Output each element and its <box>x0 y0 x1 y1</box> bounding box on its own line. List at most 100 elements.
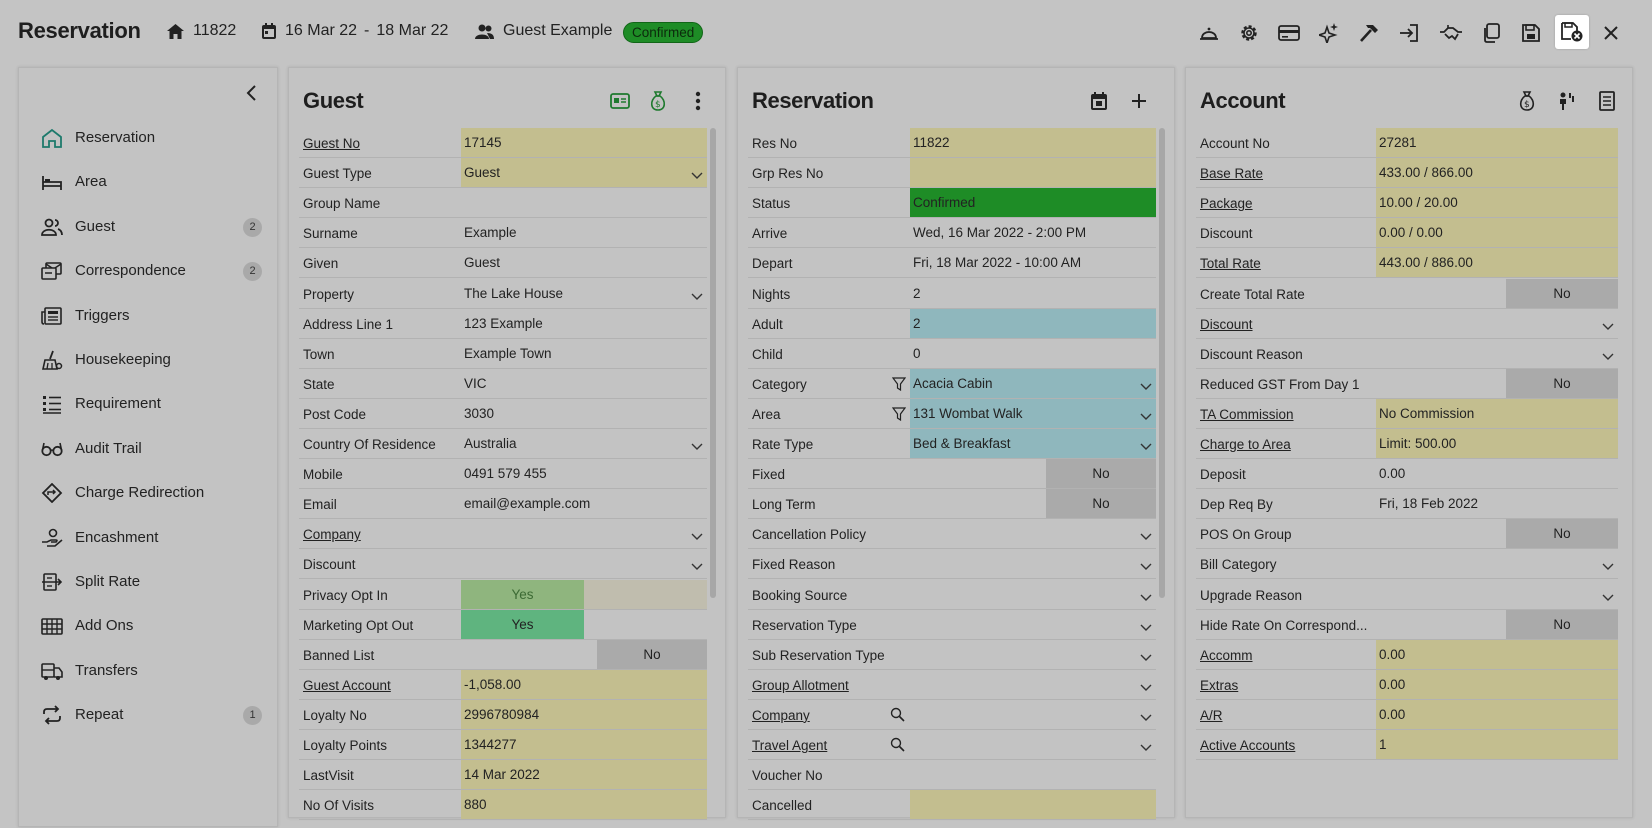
filter-icon[interactable] <box>891 377 907 391</box>
sidebar-item-split-rate[interactable]: Split Rate <box>19 562 277 602</box>
filter-icon[interactable] <box>891 407 907 422</box>
chevron-down-icon[interactable] <box>1140 620 1152 631</box>
chevron-down-icon[interactable] <box>691 289 703 300</box>
toggle-no[interactable]: No <box>1506 609 1618 639</box>
guest-scrollbar[interactable] <box>710 128 716 598</box>
more-vertical-icon[interactable] <box>687 90 709 112</box>
chevron-left-icon[interactable] <box>242 83 262 103</box>
select-value[interactable]: Acacia Cabin <box>910 368 1156 398</box>
gear-icon[interactable] <box>1234 18 1264 48</box>
save-icon[interactable] <box>1516 18 1546 48</box>
select-value[interactable]: The Lake House <box>461 279 707 308</box>
person-chart-icon[interactable] <box>1556 90 1578 112</box>
chevron-down-icon[interactable] <box>1602 559 1614 571</box>
field-label[interactable]: Active Accounts <box>1200 738 1295 753</box>
close-icon[interactable] <box>1596 18 1626 48</box>
select-value[interactable] <box>461 519 707 548</box>
field-label[interactable]: Guest No <box>303 136 360 151</box>
field-label[interactable]: TA Commission <box>1200 407 1294 422</box>
chevron-down-icon[interactable] <box>1602 349 1614 360</box>
chevron-down-icon[interactable] <box>1140 409 1152 420</box>
toggle-no[interactable]: No <box>597 639 707 669</box>
field-label[interactable]: Charge to Area <box>1200 437 1291 452</box>
sidebar-item-audit-trail[interactable]: Audit Trail <box>19 429 277 469</box>
toggle-no[interactable]: No <box>1046 489 1156 519</box>
toggle-no[interactable]: No <box>1046 459 1156 489</box>
sidebar-item-encashment[interactable]: Encashment <box>19 518 277 558</box>
sidebar-item-add-ons[interactable]: Add Ons <box>19 606 277 646</box>
sidebar-item-triggers[interactable]: Triggers <box>19 296 277 336</box>
field-label[interactable]: Package <box>1200 196 1253 211</box>
field-label[interactable]: A/R <box>1200 708 1223 723</box>
field-label[interactable]: Group Allotment <box>752 678 849 693</box>
search-icon[interactable] <box>890 707 905 722</box>
toggle-no[interactable]: No <box>1506 278 1618 308</box>
select-value[interactable]: 131 Wombat Walk <box>910 398 1156 428</box>
chevron-down-icon[interactable] <box>1140 439 1152 450</box>
chevron-down-icon[interactable] <box>1140 740 1152 751</box>
field-label[interactable]: Company <box>303 527 361 542</box>
search-icon[interactable] <box>890 737 905 752</box>
reservation-scrollbar[interactable] <box>1159 128 1165 598</box>
field-label[interactable]: Accomm <box>1200 648 1253 663</box>
field-label[interactable]: Guest Account <box>303 678 391 693</box>
field-label[interactable]: Discount <box>1200 317 1253 332</box>
field-label[interactable]: Base Rate <box>1200 166 1263 181</box>
field-label[interactable]: Extras <box>1200 678 1238 693</box>
sidebar-item-requirement[interactable]: Requirement <box>19 384 277 424</box>
select-value[interactable] <box>910 670 1156 699</box>
toggle-no[interactable]: No <box>1506 368 1618 398</box>
select-value[interactable] <box>461 549 707 578</box>
select-value[interactable] <box>1376 309 1618 338</box>
calendar-star-icon[interactable] <box>1088 90 1110 112</box>
select-value[interactable]: Bed & Breakfast <box>910 429 1156 458</box>
select-value[interactable] <box>1376 580 1618 609</box>
sidebar-item-housekeeping[interactable]: Housekeeping <box>19 340 277 380</box>
sidebar-item-reservation[interactable]: Reservation <box>19 118 277 158</box>
money-bag-icon[interactable]: $ <box>1516 90 1538 112</box>
field-label[interactable]: Company <box>752 708 810 723</box>
chevron-down-icon[interactable] <box>691 168 703 180</box>
select-value[interactable] <box>1376 549 1618 578</box>
chevron-down-icon[interactable] <box>1140 559 1152 571</box>
bell-icon[interactable] <box>1194 18 1224 48</box>
chevron-down-icon[interactable] <box>691 529 703 541</box>
select-value[interactable] <box>910 519 1156 548</box>
sidebar-item-correspondence[interactable]: Correspondence 2 <box>19 251 277 291</box>
select-value[interactable] <box>1376 339 1618 368</box>
chevron-down-icon[interactable] <box>691 559 703 571</box>
save-close-icon[interactable] <box>1555 15 1589 49</box>
toggle-yes[interactable]: Yes <box>461 609 584 639</box>
handshake-icon[interactable] <box>1436 18 1466 48</box>
sign-in-icon[interactable] <box>1394 18 1424 48</box>
select-value[interactable] <box>910 730 1156 759</box>
chevron-down-icon[interactable] <box>1140 650 1152 661</box>
chevron-down-icon[interactable] <box>1602 319 1614 330</box>
id-card-icon[interactable] <box>609 90 631 112</box>
select-value[interactable] <box>910 580 1156 609</box>
select-value[interactable] <box>910 700 1156 729</box>
hammer-icon[interactable] <box>1354 18 1384 48</box>
select-value[interactable] <box>910 640 1156 669</box>
select-value[interactable]: Guest <box>461 158 707 188</box>
sidebar-item-guest[interactable]: Guest 2 <box>19 207 277 247</box>
sparkle-icon[interactable] <box>1314 18 1344 48</box>
select-value[interactable] <box>910 549 1156 578</box>
select-value[interactable]: Australia <box>461 429 707 458</box>
sidebar-item-charge-redirection[interactable]: Charge Redirection <box>19 473 277 513</box>
field-label[interactable]: Travel Agent <box>752 738 827 753</box>
toggle-yes[interactable]: Yes <box>461 579 584 609</box>
chevron-down-icon[interactable] <box>1140 710 1152 721</box>
toggle-no[interactable]: No <box>1506 519 1618 549</box>
chevron-down-icon[interactable] <box>1140 680 1152 691</box>
field-label[interactable]: Total Rate <box>1200 256 1261 271</box>
chevron-down-icon[interactable] <box>1602 590 1614 601</box>
credit-card-icon[interactable] <box>1274 18 1304 48</box>
money-bag-icon[interactable]: $ <box>647 90 669 112</box>
chevron-down-icon[interactable] <box>691 439 703 450</box>
sidebar-item-transfers[interactable]: Transfers <box>19 651 277 691</box>
copy-icon[interactable] <box>1476 18 1506 48</box>
sidebar-item-area[interactable]: Area <box>19 162 277 202</box>
add-icon[interactable] <box>1128 90 1150 112</box>
chevron-down-icon[interactable] <box>1140 529 1152 541</box>
